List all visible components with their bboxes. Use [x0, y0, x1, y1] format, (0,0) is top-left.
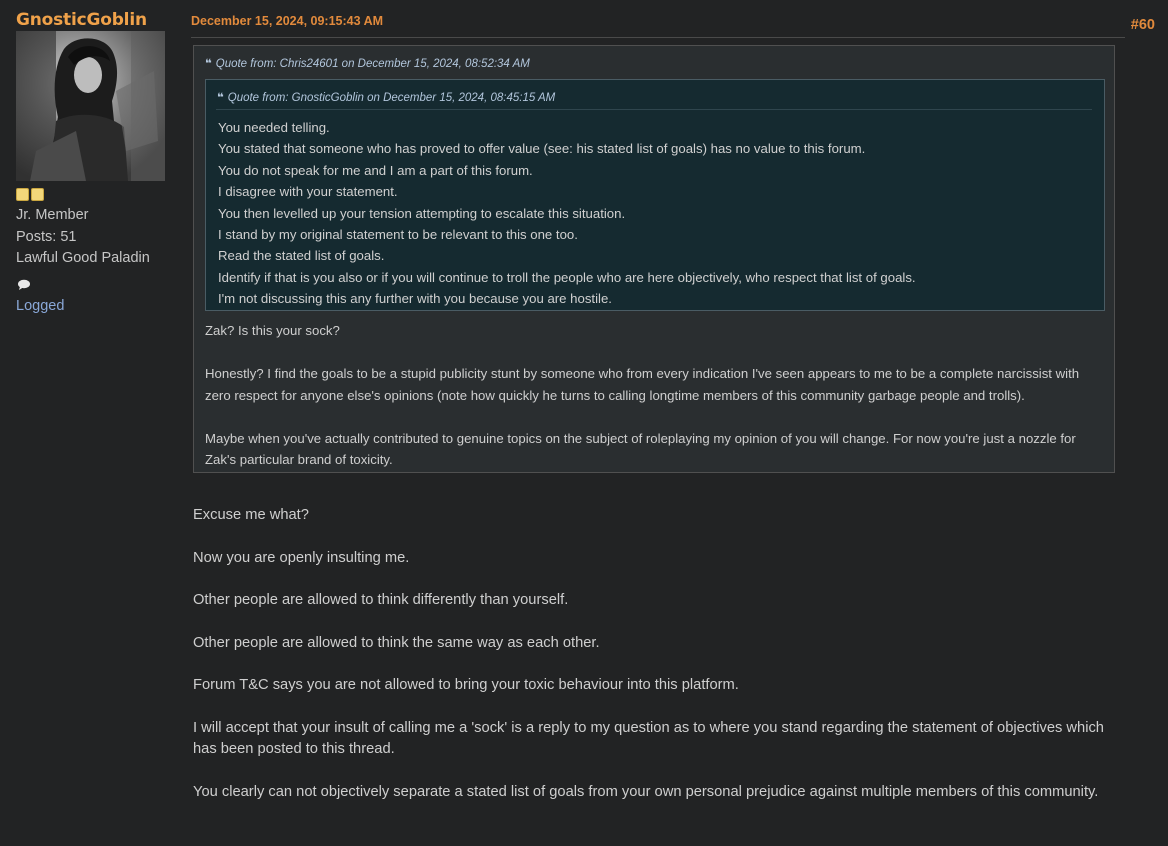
post-paragraph: Now you are openly insulting me. [193, 549, 410, 566]
divider [216, 109, 1092, 110]
avatar[interactable] [16, 31, 165, 181]
quote-line: You stated that someone who has proved t… [218, 141, 866, 157]
post-paragraph: Other people are allowed to think differ… [193, 592, 569, 609]
post-number[interactable]: #60 [1131, 17, 1155, 33]
logged-status: Logged [16, 298, 65, 314]
quote-mark-icon: ❝ [205, 58, 212, 70]
quote-block: ❝ Quote from: Chris24601 on December 15, … [193, 45, 1115, 473]
nested-quote-header: ❝ Quote from: GnosticGoblin on December 1… [217, 90, 555, 104]
quote-line: You needed telling. [218, 120, 330, 135]
member-rank: Jr. Member [16, 207, 89, 223]
quote-mark-icon: ❝ [217, 92, 224, 104]
member-stars [16, 188, 46, 202]
quote-line: I stand by my original statement to be r… [218, 227, 578, 243]
post-count: Posts: 51 [16, 229, 77, 245]
quote-paragraph: Zak? Is this your sock? [205, 323, 340, 338]
quote-paragraph: Maybe when you've actually contributed t… [205, 430, 1076, 468]
quote-line: Read the stated list of goals. [218, 248, 385, 264]
nested-quote-header-link[interactable]: Quote from: GnosticGoblin on December 15… [228, 92, 556, 104]
avatar-image [16, 31, 165, 181]
quote-header: ❝ Quote from: Chris24601 on December 15, … [205, 56, 530, 70]
quote-line: You do not speak for me and I am a part … [218, 162, 533, 178]
divider [191, 37, 1125, 38]
post-body: Excuse me what? Now you are openly insul… [193, 505, 1123, 803]
post-paragraph: Forum T&C says you are not allowed to br… [193, 677, 739, 694]
quote-line: Identify if that is you also or if you w… [218, 269, 916, 285]
quote-body: Zak? Is this your sock? Honestly? I find… [205, 320, 1105, 471]
quote-line: I disagree with your statement. [218, 184, 398, 200]
post-paragraph: I will accept that your insult of callin… [193, 719, 1104, 758]
post-paragraph: Excuse me what? [193, 507, 309, 523]
quote-line: I'm not discussing this any further with… [218, 291, 612, 307]
nested-quote-body: You needed telling. You stated that some… [218, 117, 1098, 310]
post-paragraph: You clearly can not objectively separate… [193, 783, 1099, 800]
nested-quote-block: ❝ Quote from: GnosticGoblin on December 1… [205, 79, 1105, 311]
quote-paragraph: Honestly? I find the goals to be a stupi… [205, 366, 1080, 403]
speech-bubble-icon[interactable] [17, 279, 31, 291]
custom-title: Lawful Good Paladin [16, 250, 150, 266]
poster-info: GnosticGoblin Jr. Member Posts: 51 Lawfu… [0, 0, 180, 846]
quote-line: You then levelled up your tension attemp… [218, 205, 626, 221]
poster-username[interactable]: GnosticGoblin [16, 10, 147, 30]
star-icon [31, 188, 44, 201]
post-paragraph: Other people are allowed to think the sa… [193, 634, 600, 651]
quote-header-link[interactable]: Quote from: Chris24601 on December 15, 2… [216, 58, 530, 70]
star-icon [16, 188, 29, 201]
post-date[interactable]: December 15, 2024, 09:15:43 AM [191, 14, 383, 28]
